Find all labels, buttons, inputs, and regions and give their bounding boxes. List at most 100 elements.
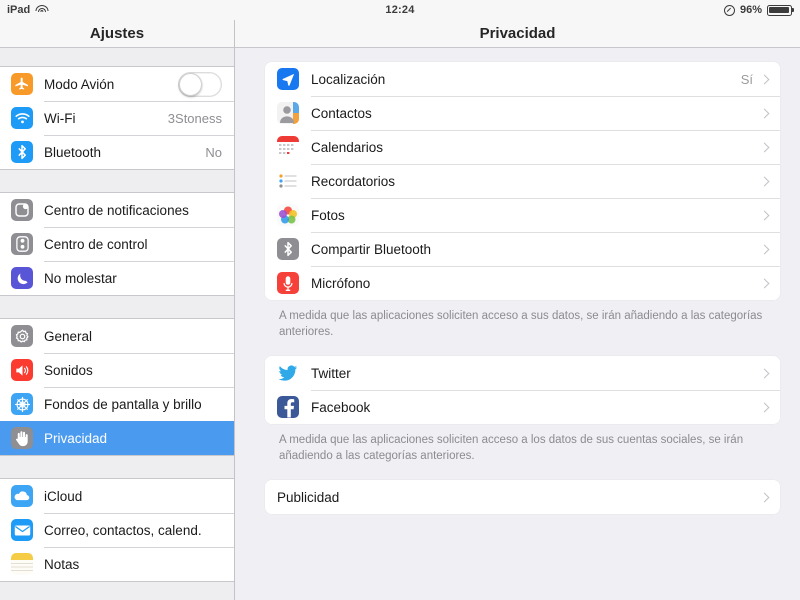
reminders-icon xyxy=(277,170,299,192)
airplane-mode-toggle[interactable] xyxy=(178,71,222,97)
split-view: Ajustes Modo Avión Wi-Fi 3Stoness Bluetooth… xyxy=(0,20,800,600)
sidebar-item-icloud[interactable]: iCloud xyxy=(0,479,234,513)
sidebar-item-privacidad[interactable]: Privacidad xyxy=(0,421,234,455)
sidebar-item-label: Centro de notificaciones xyxy=(44,202,189,218)
sidebar-item-bluetooth[interactable]: Bluetooth No xyxy=(0,135,234,169)
privacy-row-localizaci-n[interactable]: Localización Sí xyxy=(265,62,780,96)
row-label: Contactos xyxy=(311,105,372,121)
sidebar-group-gap xyxy=(0,456,234,478)
privacy-row-recordatorios[interactable]: Recordatorios xyxy=(265,164,780,198)
sidebar-item-label: Correo, contactos, calend. xyxy=(44,522,202,538)
battery-icon xyxy=(767,4,792,16)
sidebar-item-value: 3Stoness xyxy=(167,110,222,126)
row-label: Calendarios xyxy=(311,139,384,155)
chevron-right-icon xyxy=(759,74,770,84)
privacy-row-twitter[interactable]: Twitter xyxy=(265,356,780,391)
sidebar-title: Ajustes xyxy=(0,20,234,48)
sidebar-group-gap xyxy=(0,296,234,318)
control-center-icon xyxy=(11,233,33,255)
bluetooth-icon xyxy=(11,141,33,163)
chevron-right-icon xyxy=(759,368,770,378)
hand-icon xyxy=(11,427,33,449)
sidebar-group: iCloud Correo, contactos, calend. Notas xyxy=(0,478,234,582)
settings-card: Localización Sí Contactos Calendarios Record… xyxy=(265,62,780,300)
sidebar-item-no-molestar[interactable]: No molestar xyxy=(0,261,234,295)
wallpaper-icon xyxy=(11,393,33,415)
row-label: Localización xyxy=(311,71,386,87)
privacy-row-calendarios[interactable]: Calendarios xyxy=(265,130,780,164)
moon-icon xyxy=(11,267,33,289)
sidebar-item-label: Wi-Fi xyxy=(44,110,76,126)
sidebar-group: Centro de notificaciones Centro de contro… xyxy=(0,192,234,296)
sidebar-item-centro-de-control[interactable]: Centro de control xyxy=(0,227,234,261)
chevron-right-icon xyxy=(759,492,770,503)
sidebar-item-general[interactable]: General xyxy=(0,319,234,353)
sidebar-item-label: General xyxy=(44,328,93,344)
toggle-knob xyxy=(179,72,202,96)
mail-icon xyxy=(11,519,33,541)
photos-icon xyxy=(277,204,299,226)
sidebar-item-label: iCloud xyxy=(44,488,83,504)
status-bar-clock: 12:24 xyxy=(385,4,415,16)
sidebar-item-correo-contactos-calend[interactable]: Correo, contactos, calend. xyxy=(0,513,234,547)
privacy-list[interactable]: Localización Sí Contactos Calendarios Record… xyxy=(235,48,800,600)
privacy-row-contactos[interactable]: Contactos xyxy=(265,96,780,130)
privacy-row-compartir-bluetooth[interactable]: Compartir Bluetooth xyxy=(265,232,780,266)
sidebar-item-fondos-de-pantalla-y-brillo[interactable]: Fondos de pantalla y brillo xyxy=(0,387,234,421)
location-arrow-icon xyxy=(277,68,299,90)
chevron-right-icon xyxy=(759,108,770,118)
sidebar-item-wi-fi[interactable]: Wi-Fi 3Stoness xyxy=(0,101,234,135)
row-label: Facebook xyxy=(311,399,371,415)
sidebar-item-notas[interactable]: Notas xyxy=(0,547,234,581)
chevron-right-icon xyxy=(759,244,770,254)
chevron-right-icon xyxy=(759,278,770,288)
sidebar-group-gap xyxy=(0,48,234,66)
chevron-right-icon xyxy=(759,402,770,412)
sidebar-item-label: Fondos de pantalla y brillo xyxy=(44,396,202,412)
notification-center-icon xyxy=(11,199,33,221)
sidebar-group: General Sonidos Fondos de pantalla y brill… xyxy=(0,318,234,456)
privacy-row-publicidad[interactable]: Publicidad xyxy=(265,480,780,515)
sidebar-item-label: Notas xyxy=(44,556,80,572)
section-footnote: A medida que las aplicaciones soliciten … xyxy=(279,310,763,338)
microphone-icon xyxy=(277,272,299,294)
sidebar-item-value: No xyxy=(205,144,222,160)
row-label: Publicidad xyxy=(277,489,340,505)
chevron-right-icon xyxy=(759,176,770,186)
facebook-icon xyxy=(277,396,299,419)
wifi-icon xyxy=(11,107,33,129)
airplane-icon xyxy=(11,73,33,95)
sidebar-item-label: Privacidad xyxy=(44,430,108,446)
settings-card: Publicidad xyxy=(265,480,780,515)
sidebar-item-sonidos[interactable]: Sonidos xyxy=(0,353,234,387)
icloud-icon xyxy=(11,485,33,507)
chevron-right-icon xyxy=(759,210,770,220)
ipad-settings-screen: iPad 12:24 96% Ajustes Modo Avión Wi-Fi 3S… xyxy=(0,0,800,600)
privacy-row-micr-fono[interactable]: Micrófono xyxy=(265,266,780,300)
row-label: Twitter xyxy=(311,365,351,381)
row-label: Fotos xyxy=(311,207,345,223)
rotation-lock-icon xyxy=(723,4,735,16)
calendar-icon xyxy=(277,136,299,158)
row-label: Recordatorios xyxy=(311,173,396,189)
section-footnote: A medida que las aplicaciones soliciten … xyxy=(279,434,744,462)
sidebar-item-modo-avi-n[interactable]: Modo Avión xyxy=(0,67,234,101)
status-bar-right: 96% xyxy=(723,4,800,16)
notes-icon xyxy=(11,553,33,575)
status-bar: iPad 12:24 96% xyxy=(0,0,800,20)
sidebar-item-label: Centro de control xyxy=(44,236,148,252)
sidebar-item-label: Sonidos xyxy=(44,362,93,378)
privacy-row-fotos[interactable]: Fotos xyxy=(265,198,780,232)
row-label: Micrófono xyxy=(311,275,371,291)
privacy-row-facebook[interactable]: Facebook xyxy=(265,390,780,425)
sidebar-item-centro-de-notificaciones[interactable]: Centro de notificaciones xyxy=(0,193,234,227)
sidebar-scroll[interactable]: Modo Avión Wi-Fi 3Stoness Bluetooth No Centro… xyxy=(0,48,234,600)
sidebar-item-label: No molestar xyxy=(44,270,117,286)
contacts-icon xyxy=(277,102,299,124)
row-label: Compartir Bluetooth xyxy=(311,241,432,257)
sidebar-item-label: Bluetooth xyxy=(44,144,102,160)
gear-icon xyxy=(11,325,33,347)
